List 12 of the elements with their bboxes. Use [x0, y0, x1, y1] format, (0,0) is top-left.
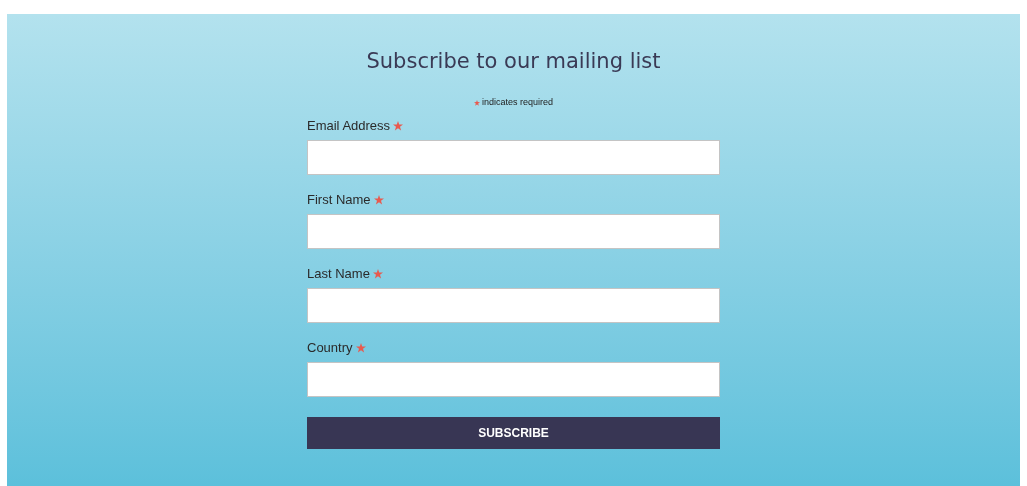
field-label: First Name — [307, 190, 371, 209]
input-field[interactable] — [307, 139, 720, 175]
input-field[interactable] — [307, 287, 720, 323]
field-label: Last Name — [307, 264, 370, 283]
asterisk-icon — [473, 99, 480, 106]
required-note: indicates required — [481, 96, 553, 109]
input-field[interactable] — [307, 213, 720, 249]
input-field[interactable] — [307, 361, 720, 397]
field-label: Email Address — [307, 116, 391, 135]
subscribe-button[interactable]: SUBSCRIBE — [307, 416, 720, 449]
field-label: Country — [307, 338, 353, 357]
form-title: Subscribe to our mailing list — [366, 48, 661, 74]
